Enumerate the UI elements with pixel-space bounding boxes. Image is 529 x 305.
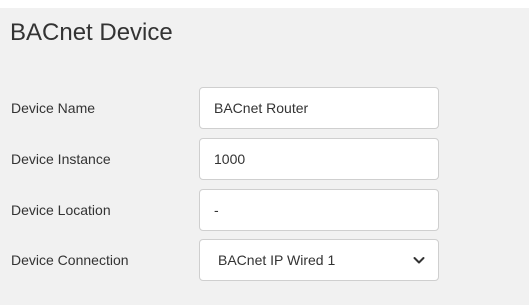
device-instance-input[interactable]	[199, 138, 439, 180]
bacnet-device-panel: BACnet Device Device Name Device Instanc…	[0, 8, 529, 305]
device-name-input[interactable]	[199, 87, 439, 129]
device-location-label: Device Location	[11, 202, 111, 218]
device-instance-label: Device Instance	[11, 151, 111, 167]
device-connection-selected-value: BACnet IP Wired 1	[218, 252, 336, 268]
chevron-down-icon	[413, 257, 425, 264]
device-instance-row: Device Instance	[0, 137, 529, 181]
device-location-input[interactable]	[199, 189, 439, 231]
device-name-row: Device Name	[0, 86, 529, 130]
page-title: BACnet Device	[10, 19, 173, 46]
device-connection-label: Device Connection	[11, 252, 129, 268]
device-name-label: Device Name	[11, 100, 96, 116]
device-connection-row: Device Connection BACnet IP Wired 1	[0, 238, 529, 282]
device-location-row: Device Location	[0, 188, 529, 232]
device-connection-select[interactable]: BACnet IP Wired 1	[199, 239, 439, 281]
